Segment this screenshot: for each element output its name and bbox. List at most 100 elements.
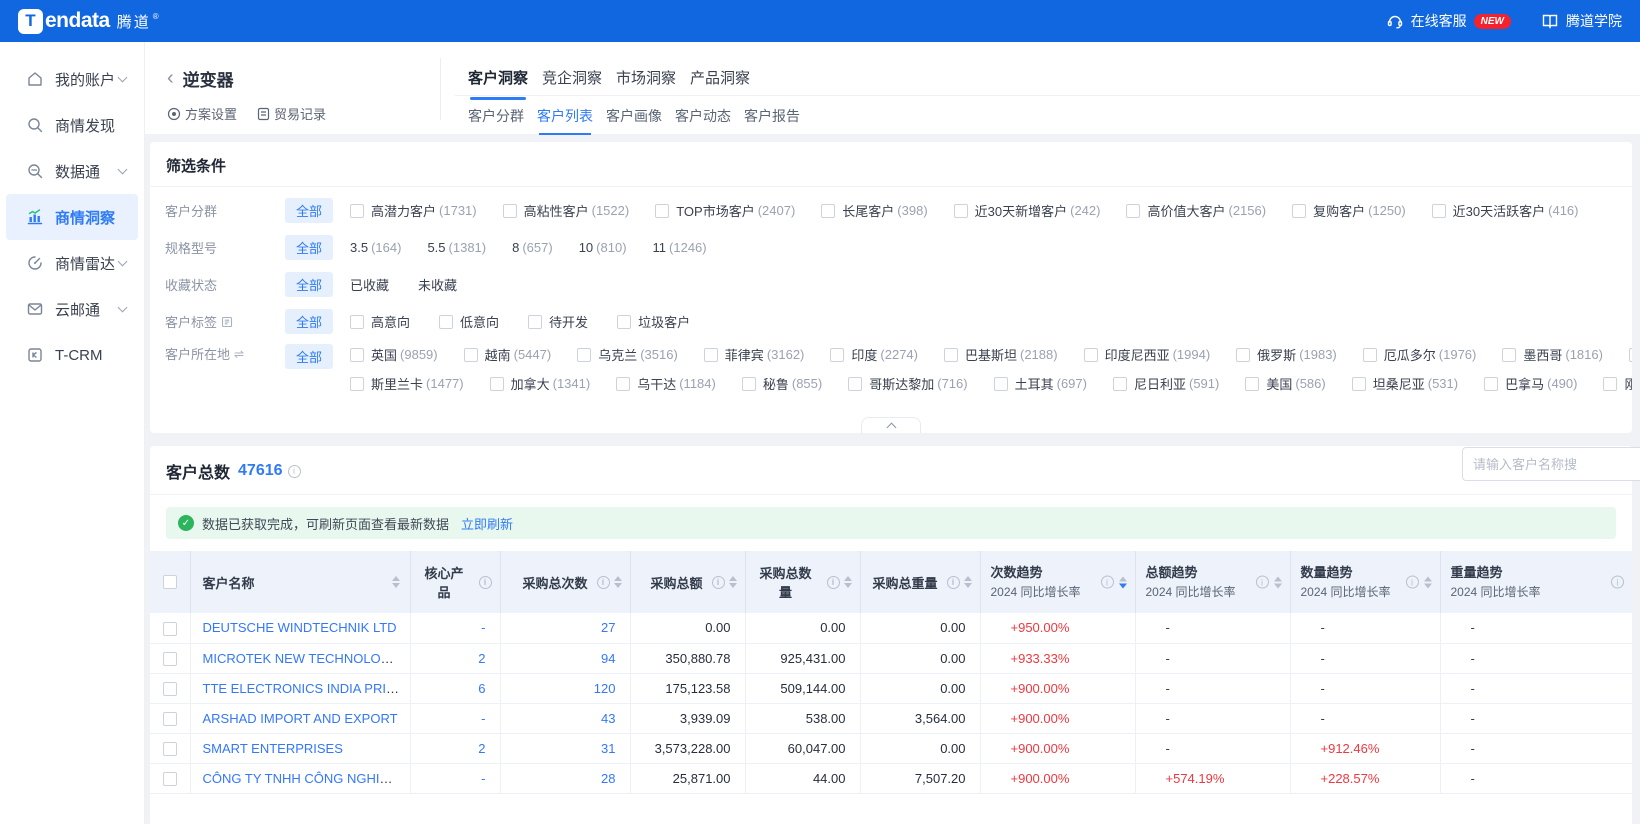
filter-option[interactable]: 土耳其 (697) [994,374,1087,393]
row-checkbox[interactable] [163,652,177,666]
sidebar-item-business-insight[interactable]: 商情洞察 [6,194,138,240]
checkbox[interactable] [464,348,478,362]
filter-option[interactable]: 高意向 [350,312,413,331]
purchase-times-cell[interactable]: 120 [500,673,630,703]
checkbox[interactable] [490,377,504,391]
filter-option[interactable]: 10 (810) [579,240,627,255]
checkbox[interactable] [616,377,630,391]
all-chip[interactable]: 全部 [285,272,333,297]
filter-option[interactable]: 长尾客户 (398) [821,201,927,220]
sort-icon[interactable] [392,576,400,588]
academy-link[interactable]: 腾道学院 [1541,11,1622,31]
customer-name-link[interactable]: ARSHAD IMPORT AND EXPORT [203,711,398,726]
sidebar-item-data-link[interactable]: 数据通 [6,148,138,194]
info-icon[interactable]: i [1611,576,1624,589]
info-icon[interactable]: i [1101,576,1114,589]
customer-name-link[interactable]: CÔNG TY TNHH CÔNG NGHIỆP DE... [203,771,411,786]
filter-option[interactable]: 俄罗斯 (1983) [1236,345,1337,364]
filter-option[interactable]: 高价值大客户 (2156) [1126,201,1266,220]
all-chip[interactable]: 全部 [285,198,333,223]
back-icon[interactable]: ‹ [167,68,174,88]
core-products-cell[interactable]: 2 [410,733,500,763]
sidebar-item-business-radar[interactable]: 商情雷达 [6,240,138,286]
checkbox[interactable] [350,377,364,391]
checkbox[interactable] [1236,348,1250,362]
filter-option[interactable]: 印度 (2274) [830,345,918,364]
tab-customer-insight[interactable]: 客户洞察 [468,67,528,100]
filter-option[interactable]: 5.5 (1381) [427,240,486,255]
sort-icon-active[interactable] [1119,576,1127,588]
row-checkbox[interactable] [163,622,177,636]
checkbox[interactable] [1113,377,1127,391]
filter-option[interactable]: 复购客户 (1250) [1292,201,1406,220]
filter-option[interactable]: 高潜力客户 (1731) [350,201,477,220]
filter-option[interactable]: 已收藏 [350,275,392,294]
core-products-cell[interactable]: 6 [410,673,500,703]
filter-option[interactable]: 近30天新增客户 (242) [954,201,1101,220]
core-products-cell[interactable]: 2 [410,643,500,673]
info-icon[interactable]: i [288,465,301,478]
sidebar-item-tcrm[interactable]: T-CRM [6,332,138,378]
tab-market-insight[interactable]: 市场洞察 [616,67,676,100]
filter-option[interactable]: 哥斯达黎加 (716) [848,374,967,393]
sidebar-item-cloud-mail[interactable]: 云邮通 [6,286,138,332]
checkbox[interactable] [350,348,364,362]
all-chip[interactable]: 全部 [285,344,333,369]
filter-option[interactable]: 乌克兰 (3516) [577,345,678,364]
subtab-customer-activity[interactable]: 客户动态 [675,106,731,135]
checkbox[interactable] [1084,348,1098,362]
checkbox[interactable] [944,348,958,362]
filter-option[interactable]: 高粘性客户 (1522) [503,201,630,220]
info-icon[interactable]: i [1406,576,1419,589]
info-icon[interactable]: i [1256,576,1269,589]
tag-list-icon[interactable] [221,316,233,328]
purchase-times-cell[interactable]: 31 [500,733,630,763]
sort-icon[interactable] [614,576,622,588]
filter-option[interactable]: 垃圾客户 [617,312,693,331]
core-products-cell[interactable]: - [410,613,500,643]
online-service-link[interactable]: 在线客服 NEW [1386,11,1511,31]
info-icon[interactable]: i [712,576,725,589]
filter-option[interactable]: 低意向 [439,312,502,331]
customer-name-link[interactable]: SMART ENTERPRISES [203,741,343,756]
filter-option[interactable]: 11 (1246) [653,240,707,255]
subtab-customer-list[interactable]: 客户列表 [537,106,593,135]
subtab-customer-groups[interactable]: 客户分群 [468,106,524,135]
checkbox[interactable] [350,204,364,218]
sidebar-item-my-account[interactable]: 我的账户 [6,56,138,102]
info-icon[interactable]: i [947,576,960,589]
customer-search-input[interactable] [1462,447,1640,481]
plan-settings-button[interactable]: 方案设置 [167,104,237,123]
checkbox[interactable] [1484,377,1498,391]
filter-option[interactable]: 近30天活跃客户 (416) [1432,201,1579,220]
sort-icon[interactable] [1424,576,1432,588]
checkbox[interactable] [1292,204,1306,218]
customer-name-link[interactable]: DEUTSCHE WINDTECHNIK LTD [203,620,397,635]
filter-option[interactable]: 加拿大 (1341) [490,374,591,393]
checkbox[interactable] [1432,204,1446,218]
info-icon[interactable]: i [479,576,492,589]
checkbox[interactable] [577,348,591,362]
filter-option[interactable]: 8 (657) [512,240,553,255]
checkbox[interactable] [994,377,1008,391]
subtab-customer-profile[interactable]: 客户画像 [606,106,662,135]
checkbox[interactable] [1629,348,1632,362]
sidebar-item-discovery[interactable]: 商情发现 [6,102,138,148]
purchase-times-cell[interactable]: 27 [500,613,630,643]
customer-name-link[interactable]: MICROTEK NEW TECHNOLOGIES P... [203,651,411,666]
subtab-customer-report[interactable]: 客户报告 [744,106,800,135]
row-checkbox[interactable] [163,682,177,696]
row-checkbox[interactable] [163,772,177,786]
filter-option[interactable]: 印度尼西亚 (1994) [1084,345,1211,364]
filter-option[interactable]: 菲律宾 (3162) [704,345,805,364]
checkbox[interactable] [617,315,631,329]
filter-option[interactable]: 坦桑尼亚 (531) [1352,374,1458,393]
checkbox[interactable] [830,348,844,362]
exchange-icon[interactable]: ⇌ [234,347,244,361]
sort-icon[interactable] [729,576,737,588]
checkbox[interactable] [1603,377,1617,391]
checkbox[interactable] [704,348,718,362]
sort-icon[interactable] [844,576,852,588]
checkbox[interactable] [848,377,862,391]
purchase-times-cell[interactable]: 43 [500,703,630,733]
